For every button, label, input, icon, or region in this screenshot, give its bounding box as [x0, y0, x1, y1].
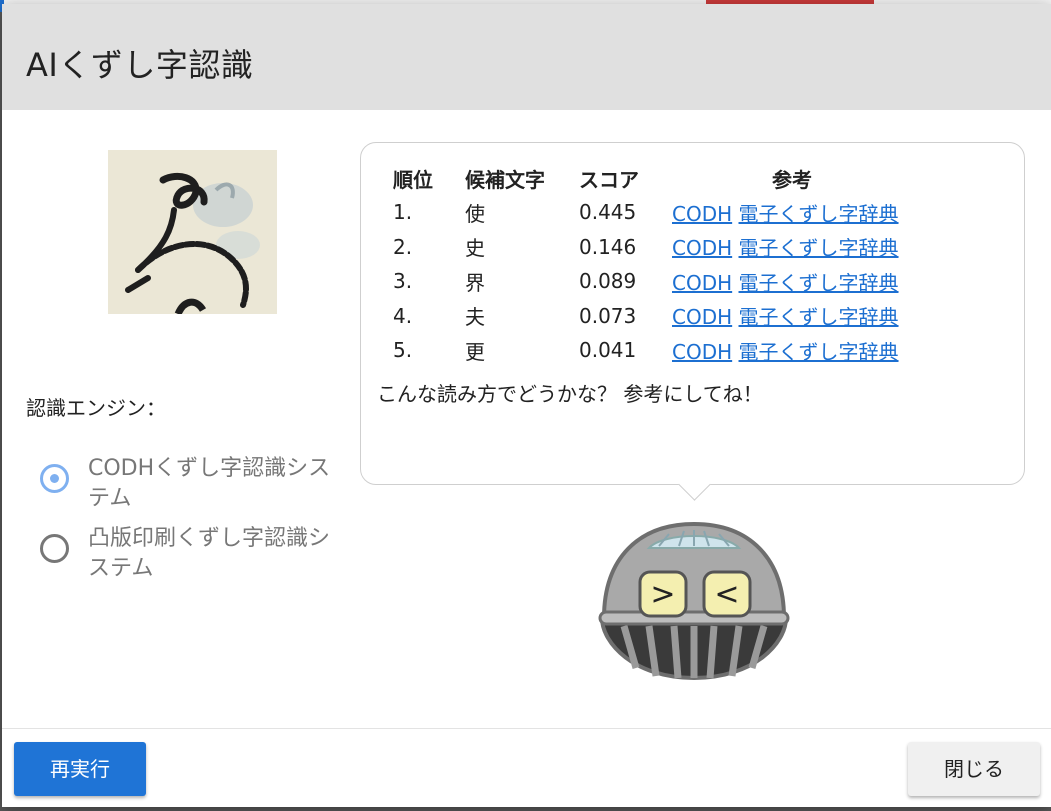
dictionary-link[interactable]: 電子くずし字辞典 — [739, 236, 899, 260]
table-row: 2. 史 0.146 CODH 電子くずし字辞典 — [393, 230, 912, 265]
dialog-header: AIくずし字認識 — [2, 4, 1051, 110]
header-rank: 順位 — [393, 167, 433, 192]
table-row: 3. 界 0.089 CODH 電子くずし字辞典 — [393, 264, 912, 299]
candidate-cell: 使 — [465, 201, 485, 226]
results-header-row: 順位 候補文字 スコア 参考 — [393, 161, 912, 195]
reference-cell: CODH 電子くずし字辞典 — [672, 333, 912, 368]
dictionary-link[interactable]: 電子くずし字辞典 — [739, 202, 899, 226]
reference-cell: CODH 電子くずし字辞典 — [672, 195, 912, 230]
header-score: スコア — [579, 167, 639, 192]
table-row: 4. 夫 0.073 CODH 電子くずし字辞典 — [393, 299, 912, 334]
engine-option-toppan[interactable]: 凸版印刷くずし字認識システム — [40, 524, 333, 584]
score-cell: 0.073 — [579, 303, 637, 328]
robot-mascot-drawing: > < — [598, 521, 790, 681]
engine-label: 認識エンジン： — [26, 396, 166, 420]
input-character-image — [108, 150, 277, 314]
table-row: 1. 使 0.445 CODH 電子くずし字辞典 — [393, 195, 912, 230]
header-candidate: 候補文字 — [465, 167, 545, 192]
engine-option-label: CODHくずし字認識システム — [88, 456, 331, 511]
candidate-cell: 夫 — [465, 305, 485, 330]
codh-link[interactable]: CODH — [672, 305, 732, 329]
score-cell: 0.089 — [579, 269, 637, 294]
codh-link[interactable]: CODH — [672, 236, 732, 260]
reference-cell: CODH 電子くずし字辞典 — [672, 230, 912, 265]
engine-option-codh[interactable]: CODHくずし字認識システム — [40, 454, 333, 514]
bubble-comment: こんな読み方でどうかな？ 参考にしてね！ — [377, 382, 763, 406]
score-cell: 0.445 — [579, 200, 637, 225]
reference-cell: CODH 電子くずし字辞典 — [672, 264, 912, 299]
score-cell: 0.146 — [579, 234, 637, 259]
dictionary-link[interactable]: 電子くずし字辞典 — [739, 271, 899, 295]
robot-right-eye: < — [714, 577, 739, 612]
candidate-cell: 史 — [465, 236, 485, 261]
candidate-cell: 更 — [465, 339, 485, 364]
dialog-title: AIくずし字認識 — [26, 46, 254, 84]
header-reference: 参考 — [772, 167, 812, 192]
table-row: 5. 更 0.041 CODH 電子くずし字辞典 — [393, 333, 912, 368]
rank-cell: 4. — [393, 303, 413, 328]
engine-option-label: 凸版印刷くずし字認識システム — [88, 526, 331, 581]
rank-cell: 3. — [393, 269, 413, 294]
results-table: 順位 候補文字 スコア 参考 1. 使 0.445 CODH 電子くずし字辞典 … — [393, 161, 912, 368]
speech-bubble: 順位 候補文字 スコア 参考 1. 使 0.445 CODH 電子くずし字辞典 … — [360, 142, 1025, 485]
robot-mascot: > < — [594, 518, 794, 684]
codh-link[interactable]: CODH — [672, 271, 732, 295]
robot-left-eye: > — [650, 577, 675, 612]
rank-cell: 5. — [393, 338, 413, 363]
radio-unchecked-icon[interactable] — [40, 534, 69, 563]
close-button[interactable]: 閉じる — [908, 742, 1040, 796]
kuzushiji-dialog: AIくずし字認識 認識エンジン： CODHくずし字認識システム 凸版印刷くずし字… — [2, 4, 1051, 807]
candidate-cell: 界 — [465, 270, 485, 295]
dictionary-link[interactable]: 電子くずし字辞典 — [739, 305, 899, 329]
rerun-button[interactable]: 再実行 — [14, 742, 146, 796]
rank-cell: 2. — [393, 234, 413, 259]
reference-cell: CODH 電子くずし字辞典 — [672, 299, 912, 334]
dictionary-link[interactable]: 電子くずし字辞典 — [739, 340, 899, 364]
footer-divider — [2, 728, 1051, 729]
codh-link[interactable]: CODH — [672, 340, 732, 364]
rank-cell: 1. — [393, 200, 413, 225]
codh-link[interactable]: CODH — [672, 202, 732, 226]
radio-checked-icon[interactable] — [40, 464, 69, 493]
score-cell: 0.041 — [579, 338, 637, 363]
brush-character-drawing — [108, 150, 277, 314]
